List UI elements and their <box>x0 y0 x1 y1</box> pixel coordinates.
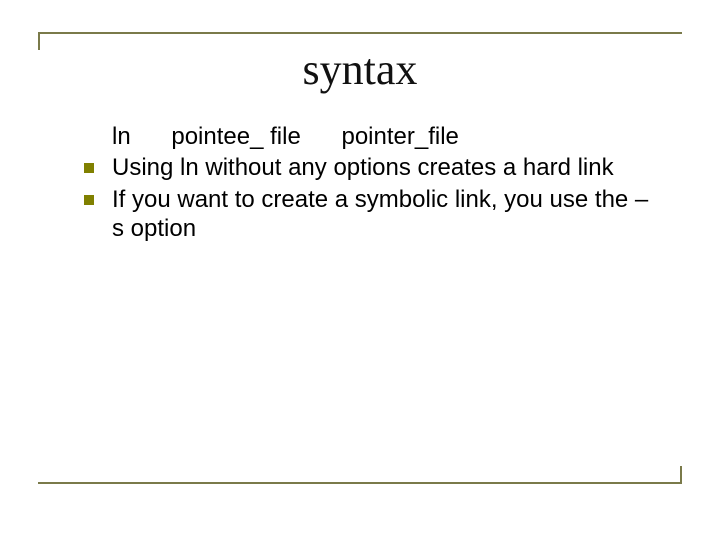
bottom-divider <box>38 482 682 484</box>
syntax-command: ln <box>112 122 131 151</box>
list-item: Using ln without any options creates a h… <box>70 153 650 182</box>
syntax-arg-2: pointer_file <box>341 122 458 151</box>
syntax-arg-1: pointee_ file <box>171 122 300 151</box>
list-item-text: If you want to create a symbolic link, y… <box>112 186 648 242</box>
list-item: If you want to create a symbolic link, y… <box>70 185 650 244</box>
slide-body: ln pointee_ file pointer_file Using ln w… <box>70 122 650 245</box>
top-divider <box>38 32 682 34</box>
list-item-text: Using ln without any options creates a h… <box>112 154 614 181</box>
slide: syntax ln pointee_ file pointer_file Usi… <box>0 0 720 540</box>
slide-title: syntax <box>0 44 720 95</box>
syntax-line: ln pointee_ file pointer_file <box>112 122 650 151</box>
bottom-divider-tick <box>680 466 682 484</box>
bullet-list: Using ln without any options creates a h… <box>70 153 650 243</box>
